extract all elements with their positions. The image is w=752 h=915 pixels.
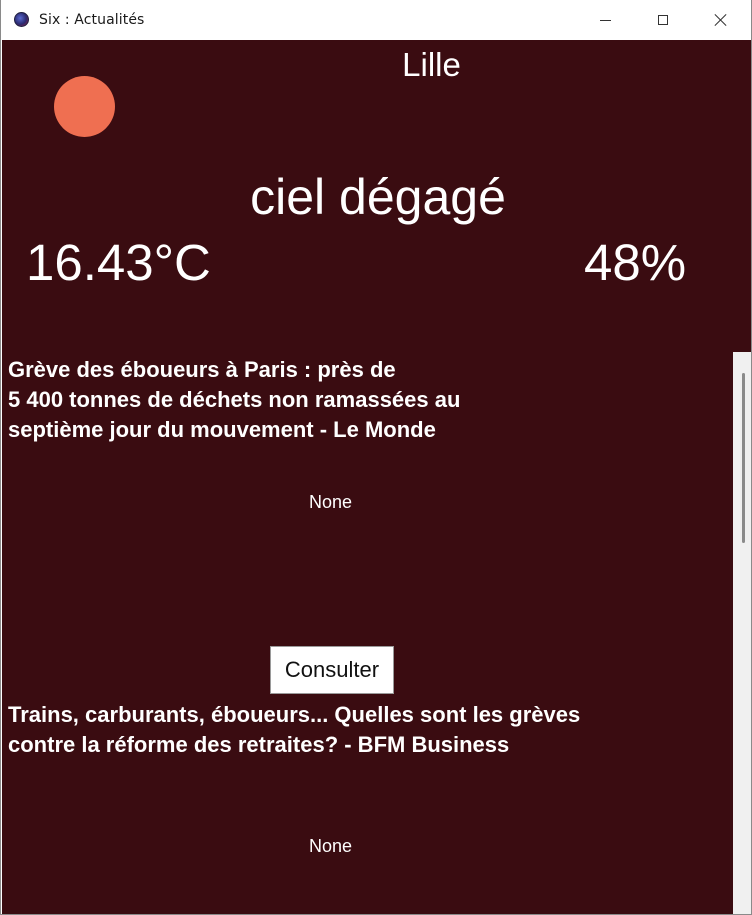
app-globe-icon [14, 12, 29, 27]
article-title: Grève des éboueurs à Paris : près de 5 4… [8, 357, 461, 442]
title-bar[interactable]: Six : Actualités [1, 0, 751, 40]
minimize-button[interactable] [582, 0, 628, 40]
minimize-icon [599, 19, 611, 21]
maximize-icon [658, 15, 668, 25]
article-description: None [308, 492, 353, 512]
weather-condition: ciel dégagé [250, 169, 506, 225]
city-name: Lille [402, 46, 461, 83]
news-content: Lille ciel dégagé 16.43°C 48% Grève des … [2, 40, 751, 914]
maximize-button[interactable] [640, 0, 686, 40]
sun-icon [54, 76, 115, 137]
scrollbar-thumb[interactable] [742, 373, 745, 543]
close-icon [714, 13, 728, 27]
article-description: None [308, 836, 353, 856]
window-title: Six : Actualités [39, 12, 145, 28]
consult-button[interactable]: Consulter [270, 646, 394, 694]
close-button[interactable] [698, 0, 744, 40]
humidity: 48% [584, 234, 687, 291]
temperature: 16.43°C [26, 234, 211, 291]
article-title: Trains, carburants, éboueurs... Quelles … [8, 702, 581, 757]
app-window: Six : Actualités Lille ciel dégagé 16.43… [0, 0, 752, 915]
vertical-scrollbar[interactable] [733, 352, 751, 914]
